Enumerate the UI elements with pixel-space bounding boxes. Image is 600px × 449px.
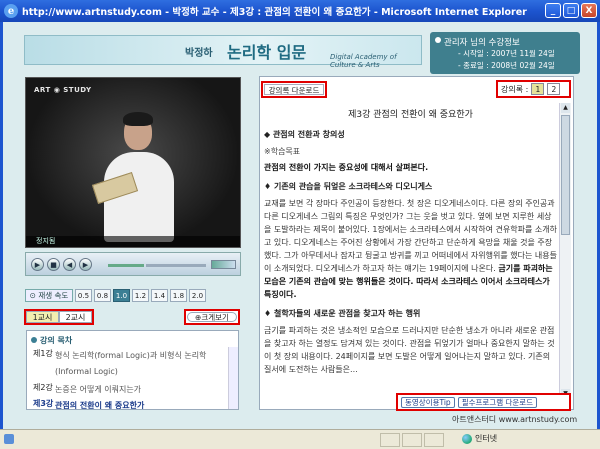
ie-icon: e xyxy=(4,4,18,18)
video-status-text: 정지됨 xyxy=(36,237,56,245)
info-bullet-icon xyxy=(435,37,441,43)
banner-subtitle: Digital Academy of Culture & Arts xyxy=(330,53,397,69)
notes-page-1[interactable]: 1 xyxy=(531,83,545,95)
professor-name: 박정하 xyxy=(185,48,213,59)
status-segment xyxy=(424,433,444,447)
maximize-button[interactable]: □ xyxy=(563,3,579,18)
notes-page-2[interactable]: 2 xyxy=(547,83,561,95)
course-title: 논리학 입문 xyxy=(227,43,307,62)
download-notes-wrap: 강의록 다운로드 xyxy=(261,81,327,98)
stop-button[interactable]: ■ xyxy=(47,258,60,271)
zone-label: 인터넷 xyxy=(475,434,498,443)
session-tab-1[interactable]: 1교시 xyxy=(26,311,59,323)
enrollment-info: 관리자 님의 수강정보 - 시작일 : 2007년 11월 24일 - 종료일 … xyxy=(430,32,580,74)
toc-item-number: 제2강 xyxy=(33,383,53,392)
lecture-toc: 강의 목차 제1강 형식 논리학(formal Logic)과 비형식 논리학(… xyxy=(26,330,239,410)
toc-item-text: 관점의 전환이 왜 중요한가 xyxy=(55,401,145,410)
toc-title: 강의 목차 xyxy=(31,335,72,346)
speed-selector: ⊙ 재생 속도 0.5 0.8 1.0 1.2 1.4 1.8 2.0 xyxy=(25,289,241,302)
speed-option[interactable]: 0.5 xyxy=(75,289,92,302)
speed-option[interactable]: 1.8 xyxy=(170,289,187,302)
play-button[interactable]: ▶ xyxy=(31,258,44,271)
speed-option[interactable]: 1.2 xyxy=(132,289,149,302)
info-start-date: - 시작일 : 2007년 11월 24일 xyxy=(458,49,555,58)
seek-bar-played[interactable] xyxy=(108,264,144,267)
artnstudy-logo: ART ◉ STUDY xyxy=(34,86,92,94)
session-tabs: 1교시 2교시 xyxy=(24,309,94,325)
player-controls: ▶ ■ ◀ ▶ xyxy=(25,252,241,276)
lecture-notes-content: 제3강 관점의 전환이 왜 중요한가 ◆ 관점의 전환과 창의성 ※학습목표 관… xyxy=(264,103,557,393)
notes-title: 제3강 관점의 전환이 왜 중요한가 xyxy=(348,110,473,120)
status-segment xyxy=(380,433,400,447)
program-download-button[interactable]: 필수프로그램 다운로드 xyxy=(457,396,538,408)
window-controls: _ □ X xyxy=(545,3,597,18)
footer-brand: 아트앤스터디 www.artnstudy.com xyxy=(452,415,578,424)
notes-heading: ◆ 관점의 전환과 창의성 xyxy=(264,130,345,139)
toc-item-text: 형식 논리학(formal Logic)과 비형식 논리학(Informal L… xyxy=(55,351,207,376)
notes-goal-label: ※학습목표 xyxy=(264,147,301,156)
notes-pages: 강의록 : 1 2 xyxy=(496,80,571,98)
notes-paragraph: 금기를 파괴하는 것은 냉소적인 모습으로 드러나지만 단순한 냉소가 아니라 … xyxy=(264,326,555,374)
toc-item-text: 논증은 어떻게 이뤄지는가 xyxy=(55,385,142,394)
notes-scrollbar[interactable]: ▲ ▼ xyxy=(559,103,571,399)
bigview-button[interactable]: ⊕ 크게보기 xyxy=(187,312,237,322)
toc-item[interactable]: 제1강 형식 논리학(formal Logic)과 비형식 논리학(Inform… xyxy=(33,348,215,380)
page-status-icon xyxy=(4,434,14,444)
security-zone: 인터넷 xyxy=(462,433,497,444)
bigview-button-wrap: ⊕ 크게보기 xyxy=(184,309,240,325)
minimize-button[interactable]: _ xyxy=(545,3,561,18)
download-notes-button[interactable]: 강의록 다운로드 xyxy=(264,84,324,95)
video-tip-button[interactable]: 동영상이용Tip xyxy=(401,396,455,408)
close-button[interactable]: X xyxy=(581,3,597,18)
info-end-date: - 종료일 : 2008년 02월 24일 xyxy=(458,61,555,70)
rewind-button[interactable]: ◀ xyxy=(63,258,76,271)
notes-goal-text: 관점의 전환이 가지는 중요성에 대해서 살펴본다. xyxy=(264,163,429,172)
course-banner: 박정하 논리학 입문 Digital Academy of Culture & … xyxy=(24,35,422,69)
window-titlebar: e http://www.artnstudy.com - 박정하 교수 - 제3… xyxy=(0,0,600,22)
toc-item[interactable]: 제2강 논증은 어떻게 이뤄지는가 xyxy=(33,382,215,398)
speed-option[interactable]: 0.8 xyxy=(94,289,111,302)
info-title: 관리자 님의 수강정보 xyxy=(444,38,520,48)
speed-option[interactable]: 2.0 xyxy=(189,289,206,302)
speed-label: ⊙ 재생 속도 xyxy=(25,289,73,302)
toc-scrollbar[interactable] xyxy=(228,347,238,409)
notes-heading: ♦ 철학자들의 새로운 관점을 찾고자 하는 행위 xyxy=(264,309,421,318)
speed-option[interactable]: 1.4 xyxy=(151,289,168,302)
speed-option-selected[interactable]: 1.0 xyxy=(113,289,130,302)
volume-slider[interactable] xyxy=(211,260,236,269)
help-buttons: 동영상이용Tip 필수프로그램 다운로드 xyxy=(396,393,571,411)
video-player[interactable]: ART ◉ STUDY 정지됨 xyxy=(25,77,241,248)
notes-paragraph: 교재를 보면 각 장마다 주인공이 등장한다. 첫 장은 디오게네스이다. 다른… xyxy=(264,199,557,299)
speed-icon: ⊙ xyxy=(29,291,39,300)
globe-icon xyxy=(462,433,472,444)
scroll-up-icon[interactable]: ▲ xyxy=(561,103,570,113)
seek-bar[interactable] xyxy=(146,264,206,267)
status-bar: 인터넷 xyxy=(0,429,600,449)
forward-button[interactable]: ▶ xyxy=(79,258,92,271)
toc-item-number: 제1강 xyxy=(33,349,53,358)
status-segment xyxy=(402,433,422,447)
session-tab-2[interactable]: 2교시 xyxy=(59,311,92,323)
toc-item-number: 제3강 xyxy=(33,399,54,408)
video-status-bar xyxy=(26,236,240,247)
notes-pages-label: 강의록 : xyxy=(501,84,529,94)
lecturer-image xyxy=(91,106,184,247)
notes-heading: ♦ 기존의 관습을 뒤엎은 소크라테스와 디오니게스 xyxy=(264,182,433,191)
toc-item-current[interactable]: 제3강 관점의 전환이 왜 중요한가 xyxy=(33,398,215,410)
scroll-thumb[interactable] xyxy=(561,115,570,235)
window-title: http://www.artnstudy.com - 박정하 교수 - 제3강 … xyxy=(22,7,527,18)
